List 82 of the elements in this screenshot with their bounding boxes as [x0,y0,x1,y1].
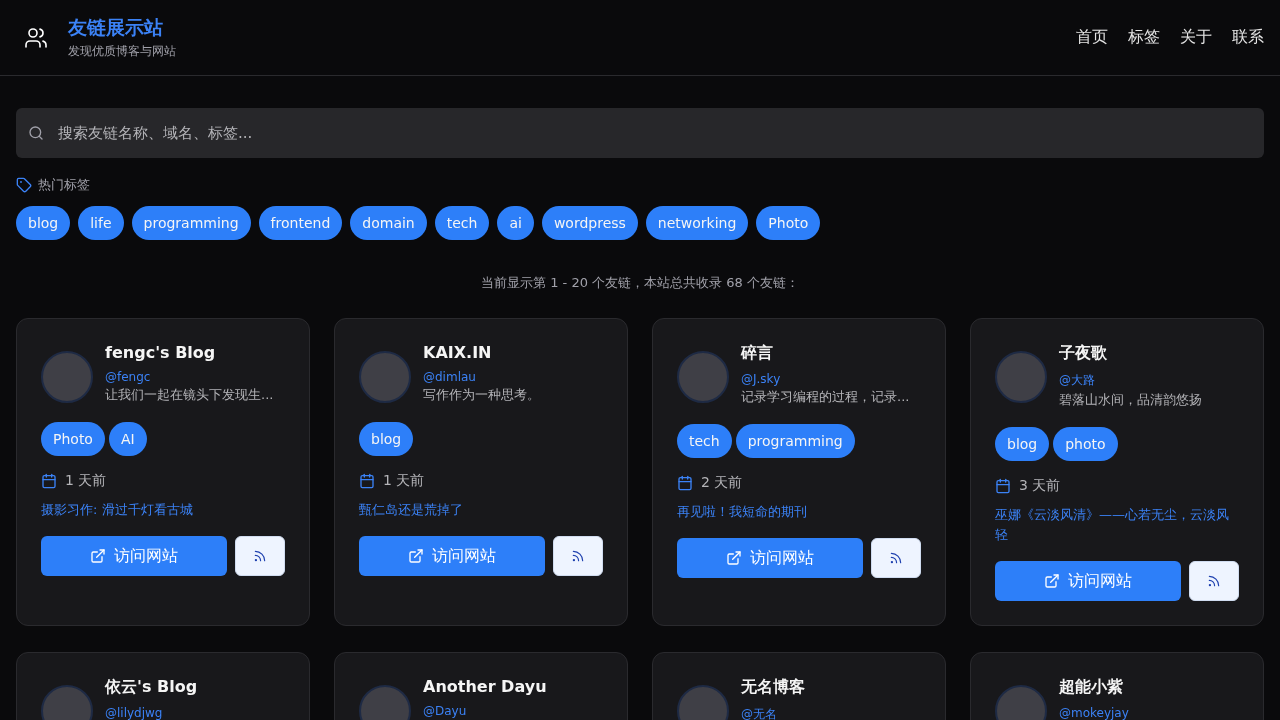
rss-button[interactable] [871,538,921,578]
visit-button[interactable]: 访问网站 [41,536,227,576]
tag-chip[interactable]: blog [16,206,71,240]
search-icon [28,125,44,141]
tag-chip[interactable]: blog [995,427,1050,461]
nav-link[interactable]: 标签 [1128,27,1160,48]
calendar-icon [41,473,57,489]
tag-chip[interactable]: programming [131,206,251,240]
author-handle[interactable]: @mokeyjay [1059,706,1129,720]
nav-link[interactable]: 首页 [1076,27,1108,48]
site-name: 依云's Blog [105,677,198,698]
author-handle[interactable]: @J.sky [741,372,910,386]
users-icon [24,25,48,50]
external-link-icon [408,548,424,564]
latest-post-link[interactable]: 巫娜《云淡风清》——心若无尘，云淡风轻 [995,505,1239,545]
tag-chip[interactable]: frontend [258,206,343,240]
site-description: 写作作为一种思考。 [423,386,540,404]
tag-chip[interactable]: tech [677,424,732,458]
site-name: KAIX.IN [423,343,493,362]
author-handle[interactable]: @lilydjwg [105,706,198,720]
search-field[interactable]: 搜索友链名称、域名、标签... [56,123,1252,143]
tag-chip[interactable]: photo [1053,427,1118,461]
author-handle[interactable]: @fengc [105,370,274,384]
search-bar[interactable]: 搜索友链名称、域名、标签... [16,108,1264,158]
tag-chip[interactable]: Photo [41,422,105,456]
tag-chip[interactable]: blog [359,422,414,456]
calendar-icon [677,475,693,491]
avatar-photo-placeholder [41,351,93,403]
latest-post-link[interactable]: 摄影习作: 滑过千灯看古城 [41,500,285,520]
external-link-icon [1044,573,1060,589]
tag-chip[interactable]: AI [108,422,147,456]
visit-button[interactable]: 访问网站 [359,536,545,576]
rss-icon [571,549,585,563]
rss-icon [1207,574,1221,588]
rss-icon [253,549,267,563]
rss-icon [889,551,903,565]
updated-time: 1 天前 [383,472,425,490]
tag-chip[interactable]: ai [497,206,534,240]
external-link-icon [726,550,742,566]
updated-time: 2 天前 [701,474,743,492]
site-name: 子夜歌 [1059,343,1108,364]
author-handle[interactable]: @dimlau [423,370,540,384]
tag-chip[interactable]: wordpress [541,206,638,240]
avatar-photo-placeholder [995,351,1047,403]
summary-text: 当前显示第 1 - 20 个友链，本站总共收录 68 个友链： [480,274,800,292]
visit-button[interactable]: 访问网站 [677,538,863,578]
site-title: 友链展示站 [68,15,164,40]
nav-link[interactable]: 关于 [1180,27,1212,48]
nav-link[interactable]: 联系 [1232,27,1264,48]
author-handle[interactable]: @无名 [741,706,805,720]
site-name: Another Dayu [423,677,547,696]
avatar-photo-placeholder [677,351,729,403]
rss-button[interactable] [1189,561,1239,601]
section-title: 热门标签 [38,176,90,194]
site-name: 超能小紫 [1059,677,1124,698]
tag-chip[interactable]: Photo [756,206,821,240]
tag-chip[interactable]: programming [735,424,855,458]
latest-post-link[interactable]: 再见啦！我短命的期刊 [677,502,921,522]
external-link-icon [90,548,106,564]
site-description: 记录学习编程的过程，记录... [741,388,910,406]
author-handle[interactable]: @大路 [1059,372,1202,389]
updated-time: 3 天前 [1019,477,1061,495]
latest-post-link[interactable]: 甄仁岛还是荒掉了 [359,500,603,520]
site-description: 让我们一起在镜头下发现生... [105,386,274,404]
rss-button[interactable] [235,536,285,576]
calendar-icon [359,473,375,489]
tag-chip[interactable]: networking [645,206,749,240]
site-name: 无名博客 [741,677,805,698]
tag-chip[interactable]: domain [350,206,427,240]
calendar-icon [995,478,1011,494]
site-description: 碧落山水间，品清韵悠扬 [1059,391,1202,409]
tag-icon [16,177,32,193]
rss-button[interactable] [553,536,603,576]
author-handle[interactable]: @Dayu [423,704,547,718]
visit-button[interactable]: 访问网站 [995,561,1181,601]
site-name: 碎言 [741,343,774,364]
avatar-photo-placeholder [359,351,411,403]
tag-chip[interactable]: life [78,206,124,240]
site-subtitle: 发现优质博客与网站 [68,43,176,60]
tag-chip[interactable]: tech [434,206,490,240]
site-name: fengc's Blog [105,343,217,362]
updated-time: 1 天前 [65,472,107,490]
